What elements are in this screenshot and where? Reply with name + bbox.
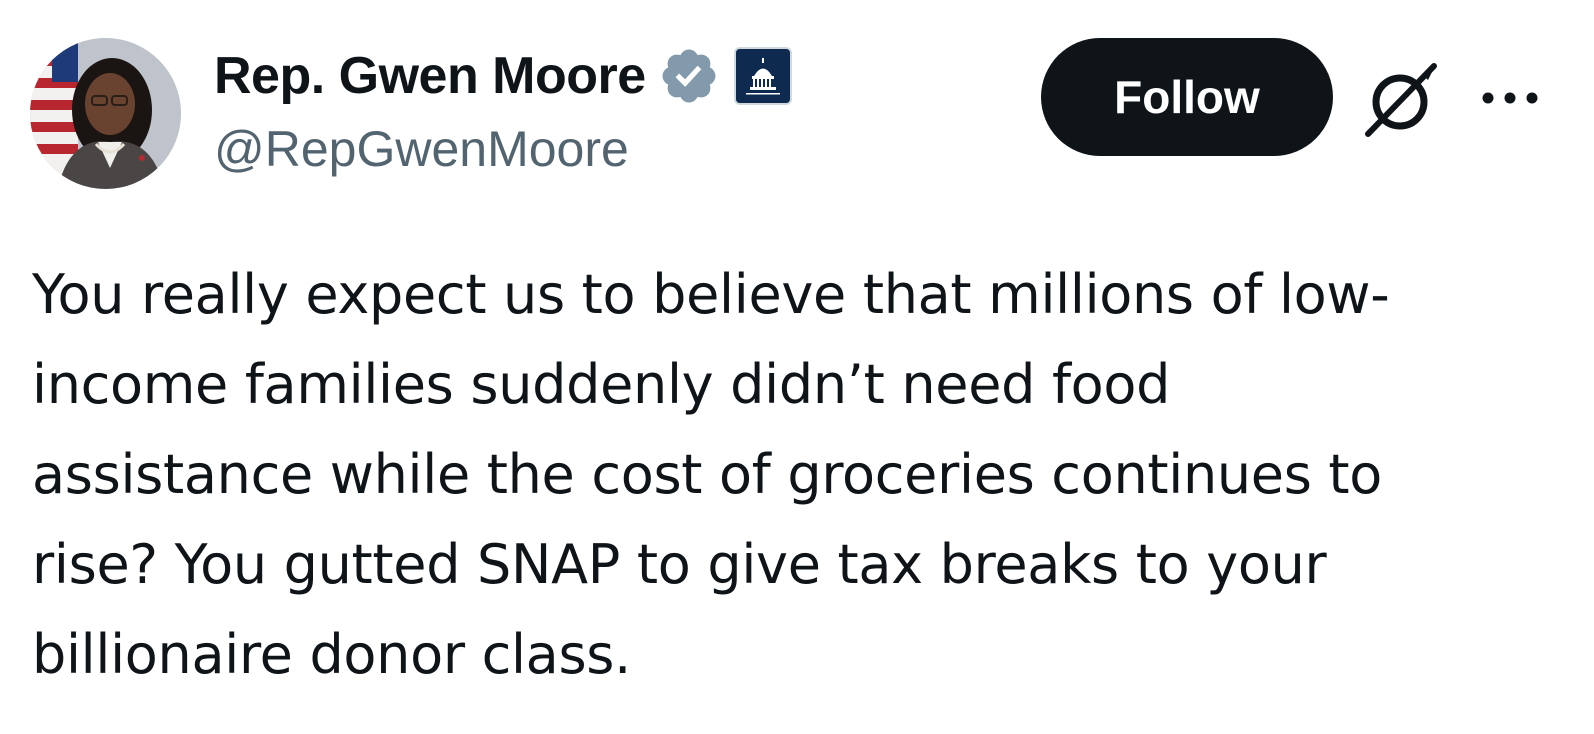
tweet-text-line: You really expect us to believe that mil… — [32, 263, 1390, 326]
author-handle[interactable]: @RepGwenMoore — [214, 120, 629, 178]
affiliate-badge-icon[interactable] — [733, 47, 792, 105]
author-name-row: Rep. Gwen Moore — [214, 40, 792, 112]
tweet-text: You really expect us to believe that mil… — [32, 250, 1572, 700]
author-display-name[interactable]: Rep. Gwen Moore — [214, 46, 646, 106]
more-options-icon[interactable] — [1478, 80, 1542, 116]
tweet-text-line: income families suddenly didn’t need foo… — [32, 353, 1171, 416]
follow-button[interactable]: Follow — [1041, 38, 1333, 156]
tweet-card: Rep. Gwen Moore @RepGwenMoore Follow You… — [0, 0, 1594, 734]
verified-badge-icon[interactable] — [658, 45, 720, 107]
tweet-text-line: assistance while the cost of groceries c… — [32, 443, 1383, 506]
tweet-text-line: rise? You gutted SNAP to give tax breaks… — [32, 533, 1327, 596]
grok-icon[interactable] — [1362, 60, 1442, 140]
tweet-text-line: billionaire donor class. — [32, 623, 632, 686]
avatar[interactable] — [30, 38, 181, 189]
